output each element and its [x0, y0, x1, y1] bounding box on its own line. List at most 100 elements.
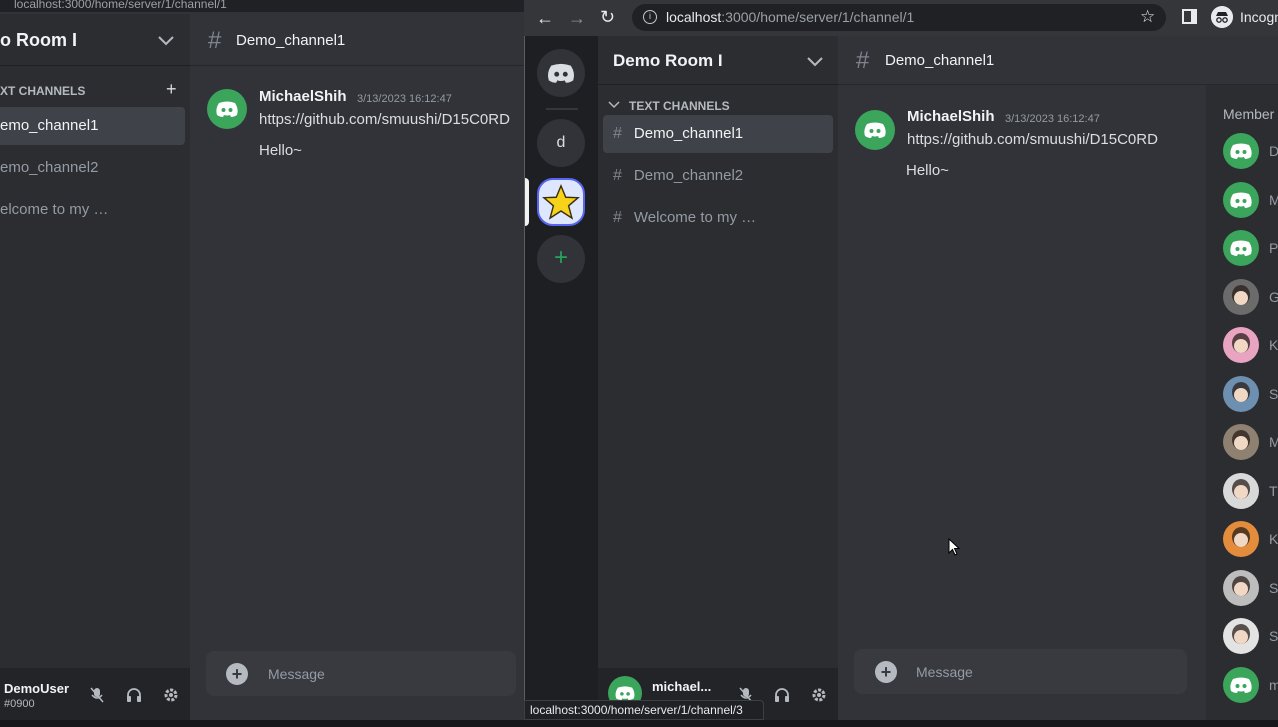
server-icon-d[interactable]: d: [537, 119, 585, 167]
message-placeholder: Message: [268, 666, 325, 682]
room-name: Demo Room I: [613, 51, 723, 70]
collapse-chevron-icon[interactable]: [607, 98, 621, 112]
gear-icon[interactable]: [810, 686, 828, 704]
star-icon: [542, 183, 580, 220]
member-name[interactable]: Sa: [1269, 386, 1278, 402]
background-channel-item[interactable]: emo_channel1: [0, 107, 185, 145]
discord-logo-icon: [1230, 143, 1252, 159]
member-avatar[interactable]: [1223, 327, 1259, 363]
home-button[interactable]: [537, 49, 585, 97]
message-link[interactable]: https://github.com/smuushi/D15C0RD: [259, 111, 510, 128]
server-separator: [546, 108, 578, 110]
add-attachment-icon[interactable]: +: [226, 663, 248, 685]
member-name[interactable]: Sh: [1269, 628, 1278, 644]
reload-icon[interactable]: ↻: [600, 7, 620, 27]
incognito-icon[interactable]: [1211, 6, 1233, 28]
plus-icon[interactable]: +: [166, 79, 177, 100]
side-panel-icon[interactable]: [1182, 9, 1197, 24]
member-name[interactable]: D: [1269, 143, 1278, 159]
background-url-bar: localhost:3000/home/server/1/channel/1: [0, 0, 524, 12]
member-name[interactable]: M: [1269, 434, 1278, 450]
message-author[interactable]: MichaelShih: [259, 88, 347, 105]
hash-icon: #: [613, 209, 622, 226]
sidebar-channel-item[interactable]: # Welcome to my …: [603, 199, 833, 237]
background-channel-item[interactable]: emo_channel2: [0, 149, 185, 187]
discord-logo-icon: [547, 63, 575, 83]
member-name[interactable]: K: [1269, 531, 1278, 547]
member-avatar[interactable]: [1223, 472, 1259, 509]
sidebar-channel-item[interactable]: # Demo_channel1: [603, 115, 833, 153]
username: michael...: [652, 679, 712, 694]
channel-label: Welcome to my …: [633, 209, 757, 226]
channel-label: Demo_channel1: [633, 125, 744, 142]
add-server-button[interactable]: +: [537, 235, 585, 283]
message-author[interactable]: MichaelShih: [907, 108, 995, 125]
member-avatar[interactable]: [1223, 666, 1259, 703]
member-name[interactable]: T: [1269, 483, 1278, 499]
member-name[interactable]: M: [1269, 192, 1278, 208]
member-avatar[interactable]: [1223, 618, 1259, 654]
sidebar-channel-item[interactable]: # Demo_channel2: [603, 157, 833, 195]
discord-logo-icon: [1230, 192, 1252, 208]
message-text: Hello~: [259, 142, 302, 159]
member-avatar[interactable]: [1223, 278, 1259, 315]
channel-label: Demo_channel2: [633, 167, 744, 184]
message-text: Hello~: [906, 162, 949, 179]
member-name[interactable]: m: [1269, 677, 1278, 693]
channel-title: Demo_channel1: [885, 52, 995, 69]
mouse-cursor-icon: [948, 538, 961, 556]
section-label[interactable]: TEXT CHANNELS: [629, 99, 730, 113]
hash-icon: #: [613, 125, 622, 142]
message-placeholder: Message: [916, 664, 973, 680]
member-avatar[interactable]: [1223, 521, 1259, 557]
incognito-label[interactable]: Incogn: [1240, 9, 1278, 25]
taskbar-strip: [0, 720, 1278, 727]
address-url[interactable]: localhost:3000/home/server/1/channel/1: [666, 9, 914, 25]
member-avatar[interactable]: [1223, 569, 1259, 606]
discord-logo-icon: [1230, 240, 1252, 256]
member-avatar[interactable]: [1223, 181, 1259, 218]
background-section-label: XT CHANNELS: [0, 84, 86, 98]
hash-icon: #: [613, 167, 622, 184]
background-channel-item[interactable]: elcome to my …: [0, 191, 185, 229]
add-attachment-icon[interactable]: +: [875, 661, 897, 683]
gear-icon[interactable]: [162, 686, 180, 704]
avatar[interactable]: [855, 110, 895, 150]
avatar[interactable]: [207, 89, 247, 129]
member-avatar[interactable]: [1223, 133, 1259, 169]
member-name[interactable]: K: [1269, 337, 1278, 353]
discord-logo-icon: [1230, 677, 1252, 693]
back-arrow-icon[interactable]: ←: [536, 8, 556, 28]
background-user-tag: #0900: [4, 698, 35, 710]
message-link[interactable]: https://github.com/smuushi/D15C0RD: [907, 131, 1158, 148]
discord-logo-icon: [216, 101, 238, 117]
member-list-title: Member: [1223, 106, 1275, 122]
info-icon[interactable]: i: [643, 10, 657, 24]
hash-icon: #: [208, 27, 222, 54]
member-name[interactable]: G: [1269, 289, 1278, 305]
server-icon-star[interactable]: [537, 178, 585, 226]
chevron-down-icon[interactable]: [156, 30, 176, 50]
url-path: :3000/home/server/1/channel/1: [721, 9, 915, 25]
member-name[interactable]: Sa: [1269, 580, 1278, 596]
mic-muted-icon[interactable]: [88, 686, 106, 704]
background-channel-title: Demo_channel1: [236, 32, 346, 49]
headphones-icon[interactable]: [125, 686, 143, 704]
member-avatar[interactable]: [1223, 230, 1259, 266]
discord-logo-icon: [864, 122, 886, 138]
message-input[interactable]: [854, 649, 1187, 694]
discord-logo-icon: [615, 686, 635, 701]
chevron-down-icon[interactable]: [805, 51, 825, 71]
headphones-icon[interactable]: [773, 686, 791, 704]
member-avatar[interactable]: [1223, 375, 1259, 412]
hash-icon: #: [856, 47, 870, 74]
background-room-name: o Room I: [0, 30, 77, 50]
member-name[interactable]: P: [1269, 240, 1278, 256]
member-avatar[interactable]: [1223, 424, 1259, 460]
message-timestamp: 3/13/2023 16:12:47: [357, 93, 452, 105]
url-host: localhost: [666, 9, 722, 25]
forward-arrow-icon[interactable]: →: [568, 8, 588, 28]
background-message-input[interactable]: [206, 651, 516, 696]
link-status-bar: localhost:3000/home/server/1/channel/3: [524, 700, 764, 720]
bookmark-star-icon[interactable]: ☆: [1140, 7, 1155, 27]
